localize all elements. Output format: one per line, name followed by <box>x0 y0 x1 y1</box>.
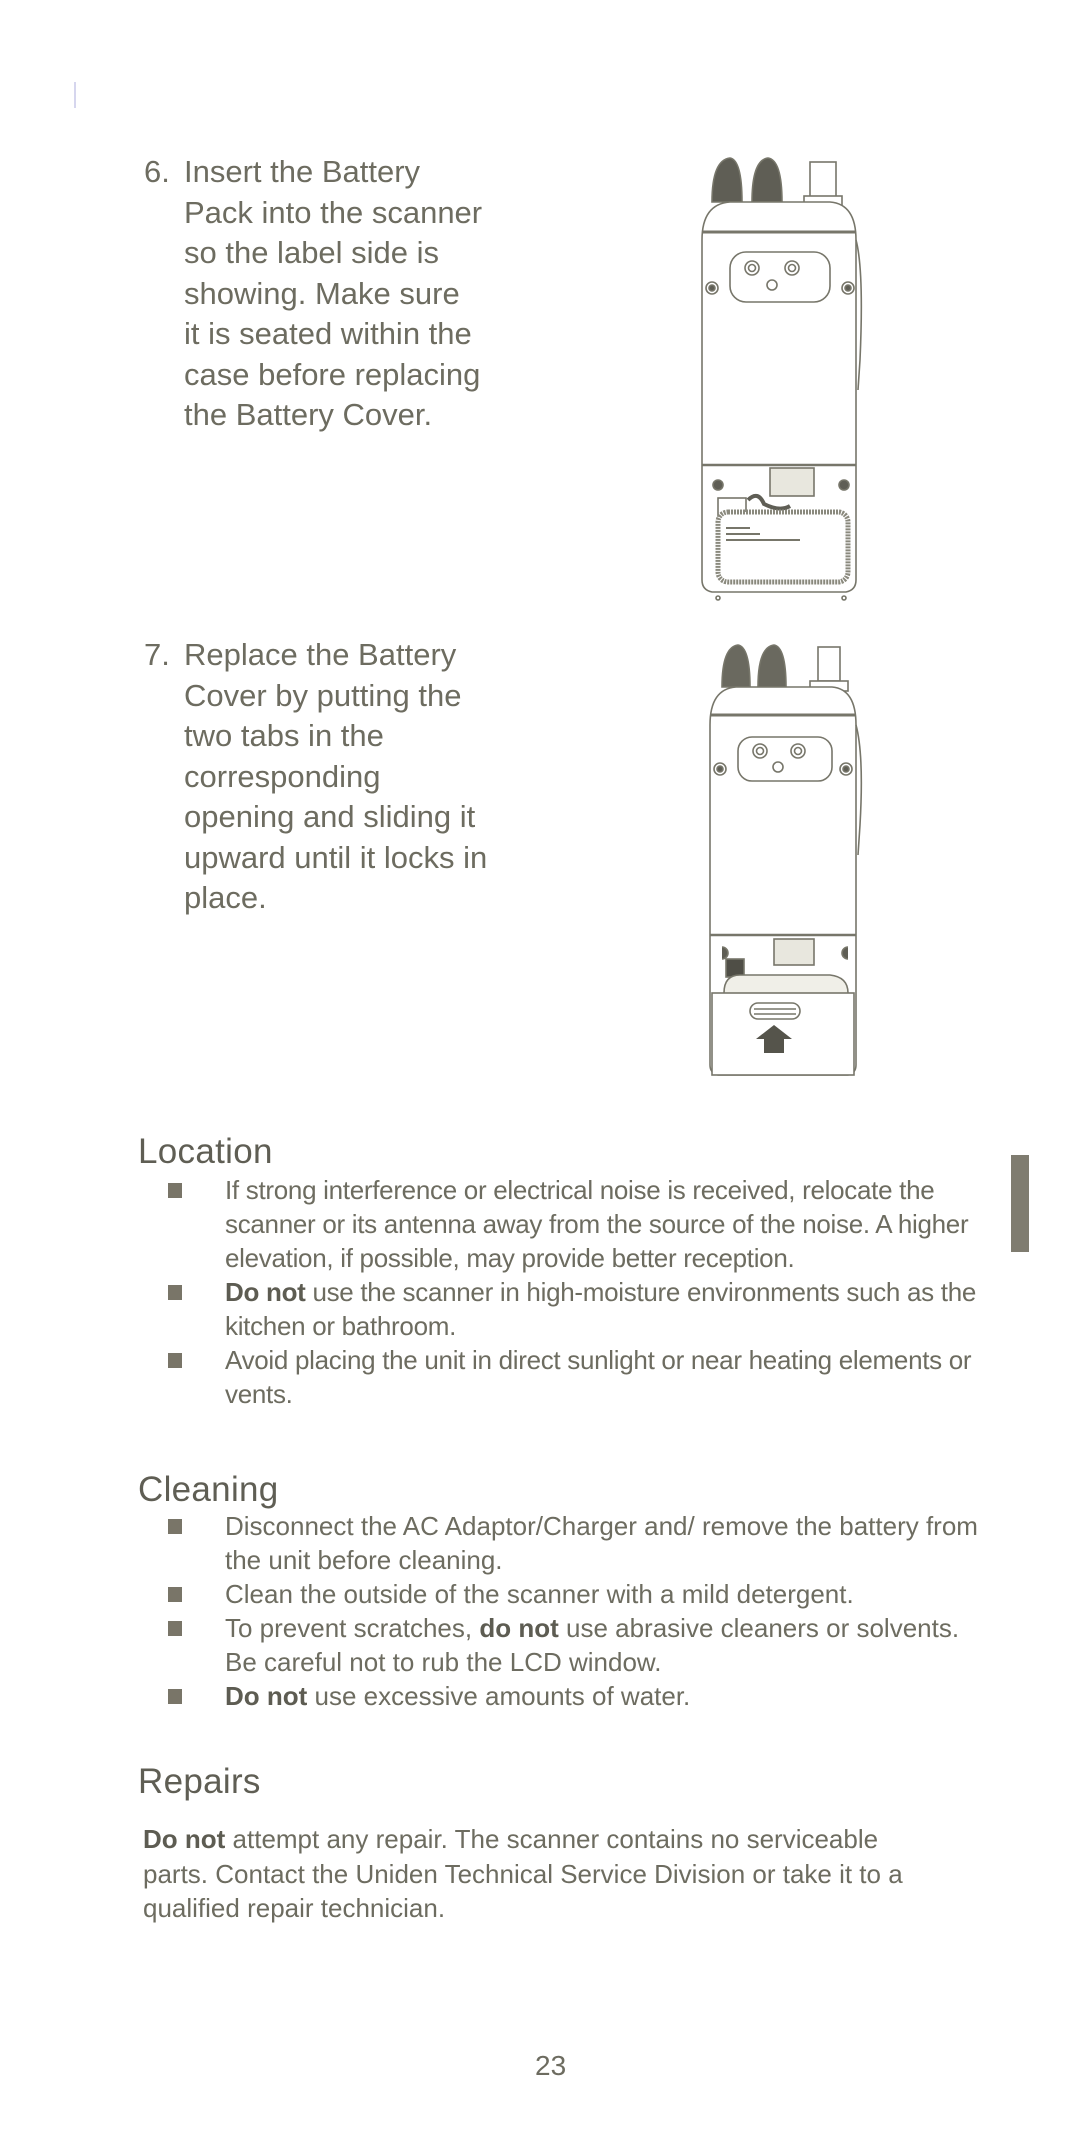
scanner-battery-pack-illustration <box>701 157 863 601</box>
bullet-square-icon <box>168 1285 182 1300</box>
bullet-square-icon <box>168 1689 182 1704</box>
emphasis-text: Do not <box>143 1824 226 1854</box>
antenna-connector-icon <box>817 646 841 682</box>
repairs-paragraph: Do not attempt any repair. The scanner c… <box>143 1822 943 1926</box>
list-item-text: Clean the outside of the scanner with a … <box>225 1579 854 1609</box>
bullet-square-icon <box>168 1587 182 1602</box>
location-list: If strong interference or electrical noi… <box>165 1173 985 1411</box>
scanner-battery-cover-illustration <box>709 644 863 1076</box>
bullet-square-icon <box>168 1353 182 1368</box>
list-item: Do not use the scanner in high-moisture … <box>165 1275 985 1343</box>
list-item-text-before: To prevent scratches, <box>225 1613 480 1643</box>
emphasis-text: do not <box>479 1613 559 1643</box>
cleaning-list: Disconnect the AC Adaptor/Charger and/ r… <box>165 1509 985 1713</box>
bullet-square-icon <box>168 1621 182 1636</box>
knob-icon <box>757 644 787 688</box>
step-text: Replace the Battery Cover by putting the… <box>184 637 488 915</box>
list-item-text: use excessive amounts of water. <box>307 1681 691 1711</box>
section-heading-location: Location <box>138 1132 273 1171</box>
step-number: 7. <box>144 637 170 672</box>
emphasis-text: Do not <box>225 1681 308 1711</box>
list-item: To prevent scratches, do not use abrasiv… <box>165 1611 985 1679</box>
list-item-text: Disconnect the AC Adaptor/Charger and/ r… <box>225 1511 978 1575</box>
list-item-text: Avoid placing the unit in direct sunligh… <box>225 1345 972 1409</box>
page-number: 23 <box>535 2050 567 2081</box>
step-number: 6. <box>144 154 170 189</box>
knob-icon <box>711 157 743 203</box>
section-heading-repairs: Repairs <box>138 1762 261 1801</box>
list-item: Avoid placing the unit in direct sunligh… <box>165 1343 985 1411</box>
list-item-text: use the scanner in high-moisture environ… <box>225 1277 977 1341</box>
knob-icon <box>751 157 783 203</box>
step-text: Insert the Battery Pack into the scanner… <box>184 154 483 432</box>
battery-pack-icon <box>715 509 851 585</box>
list-item: Clean the outside of the scanner with a … <box>165 1577 985 1611</box>
list-item: Disconnect the AC Adaptor/Charger and/ r… <box>165 1509 985 1577</box>
paragraph-text: attempt any repair. The scanner contains… <box>143 1824 903 1923</box>
list-item: If strong interference or electrical noi… <box>165 1173 985 1275</box>
list-item: Do not use excessive amounts of water. <box>165 1679 985 1713</box>
emphasis-text: Do not <box>225 1277 306 1307</box>
chapter-tab-marker <box>1011 1155 1029 1252</box>
bullet-square-icon <box>168 1519 182 1534</box>
bullet-square-icon <box>168 1183 182 1198</box>
section-heading-cleaning: Cleaning <box>138 1470 279 1509</box>
antenna-connector-icon <box>809 161 837 199</box>
scan-artifact <box>74 82 76 108</box>
list-item-text: If strong interference or electrical noi… <box>225 1175 969 1273</box>
knob-icon <box>721 644 751 688</box>
manual-page: 6. Insert the Battery Pack into the scan… <box>0 0 1080 2150</box>
